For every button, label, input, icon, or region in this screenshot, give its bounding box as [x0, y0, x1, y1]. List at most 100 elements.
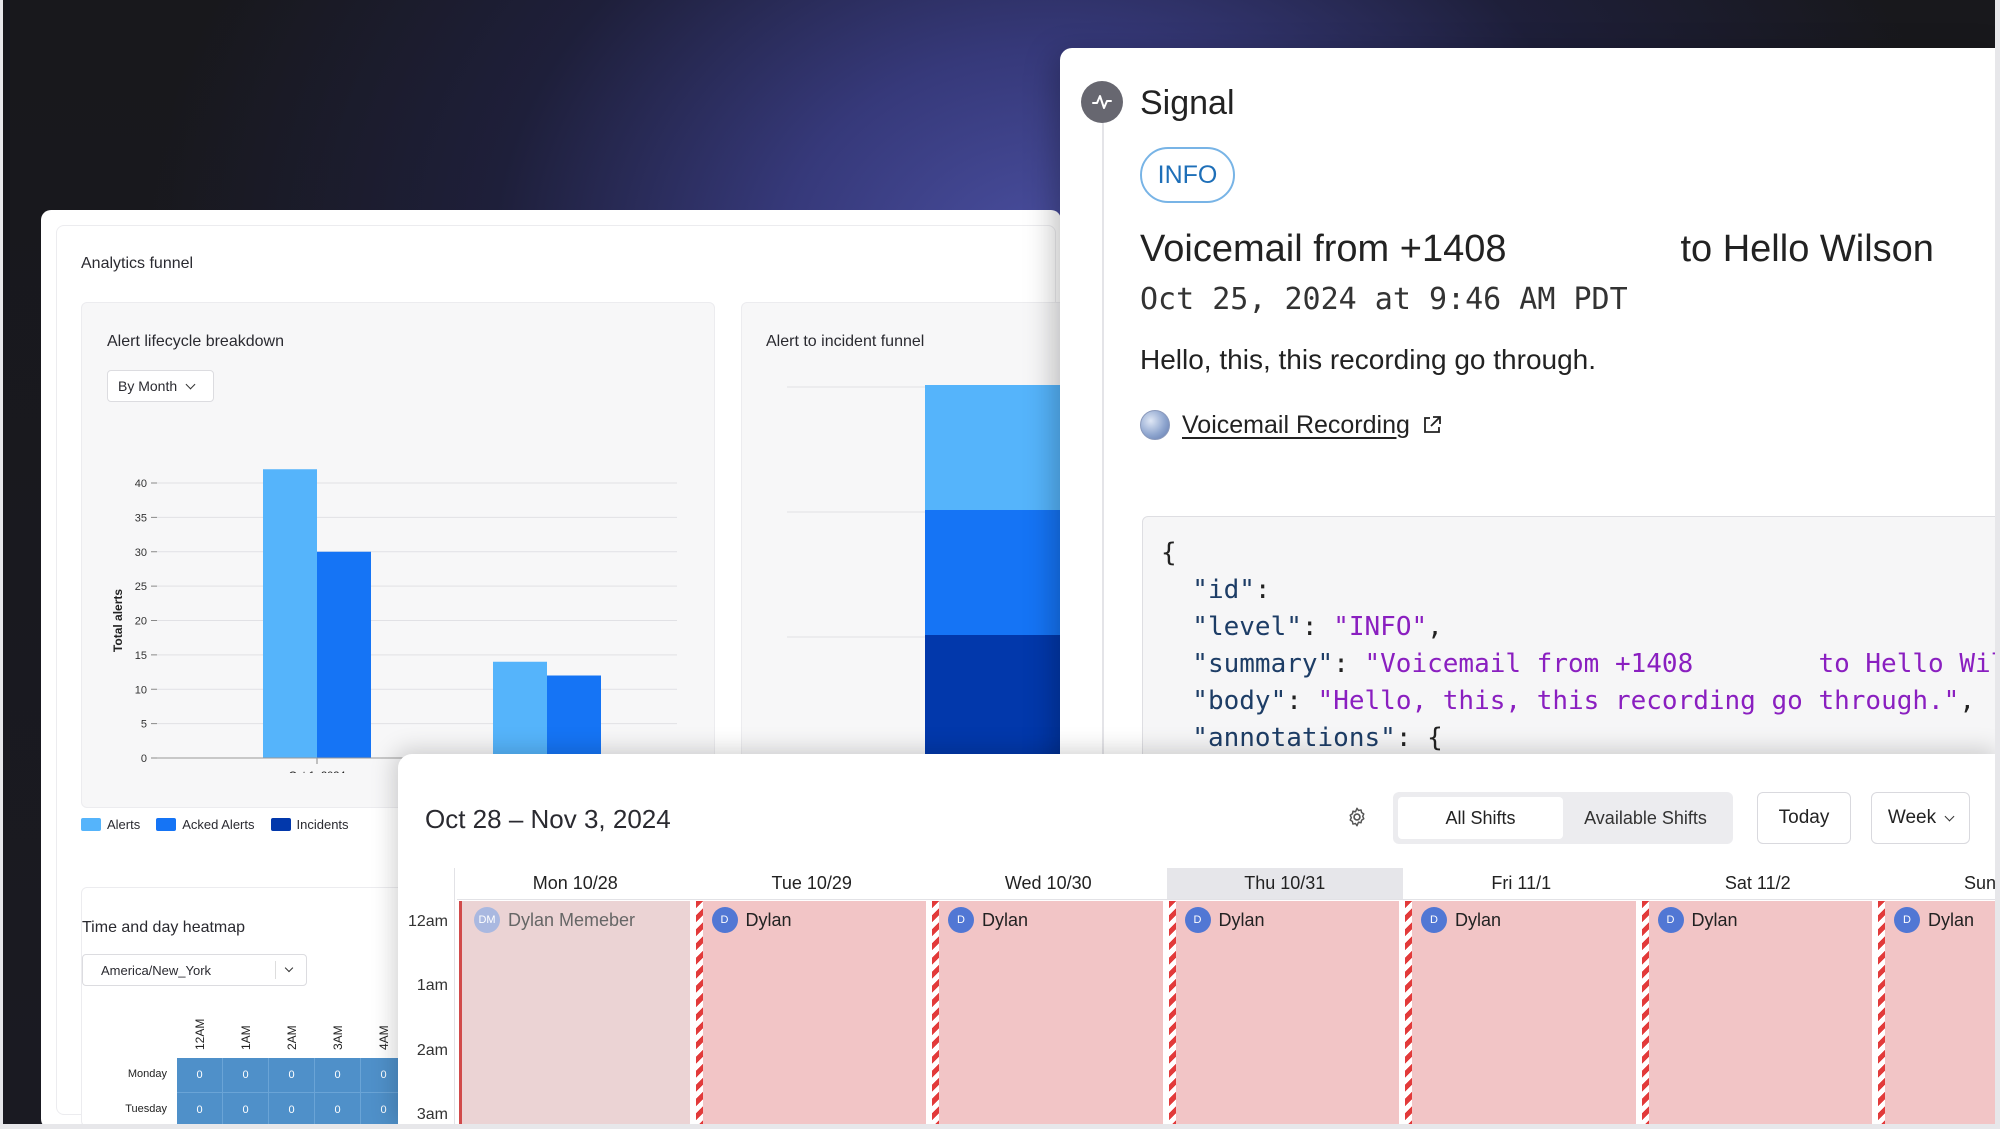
- shift-block[interactable]: D Dylan: [1641, 901, 1872, 1129]
- heatmap-cell[interactable]: 0: [269, 1093, 315, 1128]
- frame-border-bottom: [0, 1124, 2000, 1129]
- heatmap-cell[interactable]: 0: [315, 1093, 361, 1128]
- shift-stripe: [1878, 901, 1885, 1129]
- heatmap-cell[interactable]: 0: [177, 1093, 223, 1128]
- heatmap-cell[interactable]: 0: [177, 1058, 223, 1093]
- week-grid: 12am 1am 2am 3am Mon 10/28 DM Dylan Memebe…: [398, 868, 2000, 1129]
- avatar: DM: [474, 907, 500, 933]
- external-link-icon: [1424, 416, 1441, 433]
- view-value: Week: [1887, 807, 1937, 828]
- today-button[interactable]: Today: [1757, 792, 1851, 844]
- funnel-chart: 000: [787, 385, 1071, 765]
- bar-acked-alerts[interactable]: [547, 675, 601, 759]
- shift-block[interactable]: D Dylan: [932, 901, 1163, 1129]
- time-label: 3am: [416, 1106, 448, 1123]
- avatar: D: [1184, 907, 1211, 933]
- shift-user-name: Dylan: [982, 909, 1029, 930]
- activity-icon: [1081, 81, 1123, 123]
- lifecycle-card: Alert lifecycle breakdown By Month 0 5 10 1…: [81, 302, 715, 808]
- avatar: D: [1657, 907, 1684, 933]
- lifecycle-title: Alert lifecycle breakdown: [107, 333, 284, 350]
- day-header[interactable]: Thu 10/31: [1166, 868, 1403, 900]
- shift-user-name: Dylan: [1455, 909, 1502, 930]
- heatmap-col-label: 2AM: [285, 1025, 299, 1050]
- group-by-select[interactable]: By Month: [107, 370, 214, 402]
- voicemail-link[interactable]: Voicemail Recording: [1140, 410, 1442, 440]
- y-tick-label: 30: [135, 547, 147, 559]
- schedule-calendar: Oct 28 – Nov 3, 2024 All Shifts Availabl…: [398, 754, 2000, 1129]
- legend-item-incidents[interactable]: Incidents: [270, 817, 349, 832]
- shift-block[interactable]: D Dylan: [1878, 901, 2000, 1129]
- timezone-value: America/New_York: [101, 962, 212, 978]
- code-line: "id":: [1161, 575, 1271, 605]
- shift-user-name: Dylan: [1691, 909, 1738, 930]
- shift-block[interactable]: DM Dylan Memeber: [459, 901, 690, 1129]
- signal-summary: Voicemail from +1408 to Hello Wilson: [1140, 228, 1934, 271]
- time-column: 12am 1am 2am 3am: [398, 868, 455, 1129]
- bar-alerts[interactable]: [493, 661, 547, 758]
- shift-user-name: Dylan: [745, 909, 792, 930]
- legend-item-alerts[interactable]: Alerts: [81, 817, 140, 832]
- day-header[interactable]: Fri 11/1: [1403, 868, 1640, 900]
- code-line: "annotations": {: [1161, 723, 1443, 753]
- bar-acked-alerts[interactable]: [317, 551, 371, 758]
- legend-item-acked[interactable]: Acked Alerts: [156, 817, 255, 832]
- heatmap-col-label: 12AM: [193, 1018, 207, 1050]
- frame-border-right: [1995, 0, 2000, 1129]
- heatmap-cell[interactable]: 0: [269, 1058, 315, 1093]
- y-tick-label: 0: [141, 753, 147, 765]
- shift-stripe: [1405, 901, 1412, 1129]
- chevron-down-icon: [284, 963, 294, 973]
- day-header[interactable]: Sun: [1876, 868, 1996, 900]
- heatmap-title: Time and day heatmap: [82, 919, 246, 936]
- bar-alerts[interactable]: [263, 469, 317, 758]
- select-divider: [275, 961, 276, 979]
- legend-label: Incidents: [296, 817, 349, 832]
- tab-available-shifts[interactable]: Available Shifts: [1563, 797, 1728, 839]
- shift-user: D Dylan: [711, 907, 792, 933]
- y-tick-label: 40: [135, 478, 147, 490]
- shift-block[interactable]: D Dylan: [695, 901, 926, 1129]
- summary-from: Voicemail from +1408: [1140, 228, 1507, 270]
- funnel-segment[interactable]: [925, 510, 1071, 635]
- shift-block[interactable]: D Dylan: [1168, 901, 1399, 1129]
- timezone-select[interactable]: America/New_York: [82, 954, 307, 986]
- shift-user: D Dylan: [1894, 907, 1974, 933]
- frame-border-left: [0, 0, 3, 1129]
- legend-swatch: [81, 818, 101, 831]
- summary-to: to Hello Wilson: [1680, 228, 1934, 270]
- shift-stripe: [695, 901, 703, 1129]
- heatmap-cell[interactable]: 0: [315, 1058, 361, 1093]
- time-label: 2am: [416, 1042, 448, 1059]
- day-header[interactable]: Sat 11/2: [1639, 868, 1876, 900]
- legend-swatch: [156, 818, 177, 831]
- date-range: Oct 28 – Nov 3, 2024: [425, 804, 671, 834]
- signal-body: Hello, this, this recording go through.: [1140, 344, 1597, 375]
- chart-legend: Alerts Acked Alerts Incidents: [81, 817, 349, 832]
- day-header[interactable]: Tue 10/29: [693, 868, 930, 900]
- avatar: D: [1421, 907, 1447, 933]
- funnel-segment[interactable]: [925, 385, 1071, 510]
- shift-block[interactable]: D Dylan: [1405, 901, 1636, 1129]
- day-header[interactable]: Wed 10/30: [930, 868, 1167, 900]
- tab-all-shifts[interactable]: All Shifts: [1398, 797, 1563, 839]
- time-label: 1am: [416, 977, 448, 994]
- view-select[interactable]: Week: [1871, 792, 1970, 844]
- heatmap-cell[interactable]: 0: [223, 1058, 269, 1093]
- legend-label: Alerts: [107, 817, 141, 832]
- shift-user: D Dylan: [1657, 907, 1738, 933]
- y-tick-label: 15: [135, 650, 147, 662]
- heatmap-cell[interactable]: 0: [223, 1093, 269, 1128]
- gear-icon[interactable]: [1346, 806, 1368, 828]
- heatmap-row-label: Tuesday: [125, 1103, 167, 1115]
- y-tick-label: 5: [141, 719, 147, 731]
- day-header[interactable]: Mon 10/28: [457, 868, 694, 900]
- avatar: D: [1894, 907, 1920, 933]
- legend-swatch: [270, 818, 291, 831]
- shift-user-name: Dylan Memeber: [508, 909, 636, 930]
- y-axis-label: Total alerts: [111, 589, 125, 652]
- funnel-segment[interactable]: [925, 635, 1071, 765]
- y-tick-label: 20: [135, 616, 147, 628]
- y-tick-label: 25: [135, 581, 147, 593]
- shift-user: DM Dylan Memeber: [474, 907, 635, 933]
